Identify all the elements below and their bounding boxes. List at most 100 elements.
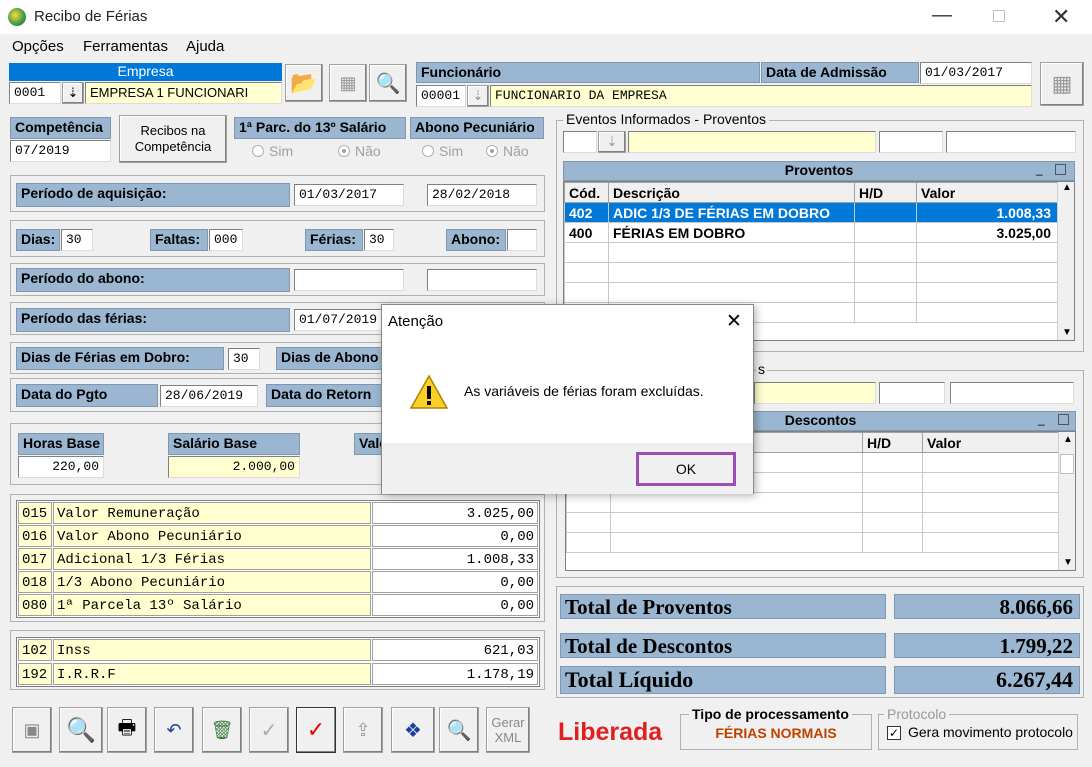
proventos-scrollbar[interactable]: ▲ ▼	[1057, 182, 1074, 340]
parcela13-sim[interactable]: Sim	[252, 143, 293, 159]
confirm-button[interactable]: ✓	[249, 707, 289, 753]
maximize-grid-icon[interactable]	[1055, 164, 1066, 175]
variavel-row[interactable]: 015 Valor Remuneração 3.025,00	[17, 502, 539, 524]
periodo-abono-fim[interactable]	[427, 269, 537, 291]
maximize-icon[interactable]	[993, 10, 1005, 22]
search-doc-button[interactable]: 🔍	[369, 64, 407, 102]
abono-label: Abono:	[446, 229, 506, 251]
funcionario-name[interactable]: FUNCIONARIO DA EMPRESA	[490, 85, 1032, 107]
empresa-name[interactable]: EMPRESA 1 FUNCIONARI	[85, 82, 282, 104]
desconto-valor[interactable]	[950, 382, 1074, 404]
evento-valor[interactable]	[946, 131, 1076, 153]
periodo-abono-inicio[interactable]	[294, 269, 404, 291]
delete-button[interactable]: 🗑	[202, 707, 242, 753]
dialog-title: Atenção	[388, 313, 444, 330]
dialog-close-icon[interactable]: ✕	[726, 310, 742, 333]
aquisicao-label: Período de aquisição:	[16, 183, 290, 207]
gera-checkbox[interactable]: ✓	[887, 726, 901, 740]
ok-button[interactable]: OK	[636, 452, 736, 486]
evento-desc[interactable]	[628, 131, 876, 153]
aquisicao-fim[interactable]: 28/02/2018	[427, 184, 537, 206]
undo-button[interactable]: ↶	[154, 707, 194, 753]
scroll-thumb[interactable]	[1060, 454, 1074, 474]
competencia-value[interactable]: 07/2019	[10, 140, 111, 162]
imposto-row[interactable]: 192 I.R.R.F 1.178,19	[17, 663, 539, 685]
faltas-value[interactable]: 000	[209, 229, 243, 251]
minimize-icon[interactable]: —	[932, 4, 952, 27]
col-descricao[interactable]: Descrição	[608, 182, 855, 203]
dobro-value[interactable]: 30	[228, 348, 260, 370]
evento-code[interactable]	[563, 131, 597, 153]
imposto-row[interactable]: 102 Inss 621,03	[17, 639, 539, 661]
col-valor[interactable]: Valor	[922, 432, 1075, 453]
tipo-label: Tipo de processamento	[689, 706, 852, 722]
dias-abono-label: Dias de Abono	[276, 347, 386, 370]
funcionario-dropdown-button[interactable]: ⇣	[467, 85, 489, 107]
menu-opcoes[interactable]: Opções	[12, 38, 64, 55]
funcionario-code[interactable]: 00001	[416, 85, 466, 107]
dias-value[interactable]: 30	[61, 229, 93, 251]
descontos-scrollbar[interactable]: ▲ ▼	[1058, 432, 1075, 570]
pgto-value[interactable]: 28/06/2019	[160, 385, 258, 407]
liberar-button[interactable]: ✓	[296, 707, 336, 753]
search-button[interactable]: 🔍	[59, 707, 103, 753]
search-user-button[interactable]: 🔍	[439, 707, 479, 753]
ferias-value[interactable]: 30	[364, 229, 394, 251]
horas-base-value[interactable]: 220,00	[18, 456, 104, 478]
desconto-desc[interactable]	[754, 382, 876, 404]
recibos-competencia-button[interactable]: Recibos na Competência	[119, 115, 227, 163]
col-hd[interactable]: H/D	[854, 182, 917, 203]
aquisicao-inicio[interactable]: 01/03/2017	[294, 184, 404, 206]
evento-hd[interactable]	[879, 131, 943, 153]
variavel-row[interactable]: 016 Valor Abono Pecuniário 0,00	[17, 525, 539, 547]
print-button[interactable]: 🖶	[107, 707, 147, 753]
import-button[interactable]: ⇪	[343, 707, 383, 753]
radio-icon	[338, 145, 350, 157]
dialog-message: As variáveis de férias foram excluídas.	[464, 383, 704, 399]
desconto-hd[interactable]	[879, 382, 945, 404]
salario-base-value[interactable]: 2.000,00	[168, 456, 300, 478]
table-row[interactable]: 400 FÉRIAS EM DOBRO 3.025,00	[564, 222, 1074, 243]
col-valor[interactable]: Valor	[916, 182, 1074, 203]
minimize-grid-icon[interactable]: _	[1038, 412, 1045, 426]
proventos-title: Proventos	[563, 161, 1075, 181]
variavel-row[interactable]: 018 1/3 Abono Pecuniário 0,00	[17, 571, 539, 593]
empresa-dropdown-button[interactable]: ⇣	[62, 82, 84, 104]
calculator-icon: ▦	[339, 72, 357, 93]
empresa-code[interactable]: 0001	[9, 82, 61, 104]
variavel-row[interactable]: 080 1ª Parcela 13º Salário 0,00	[17, 594, 539, 616]
scroll-down-icon[interactable]: ▼	[1062, 327, 1072, 338]
save-button[interactable]: ▣	[12, 707, 52, 753]
total-descontos-label: Total de Descontos	[560, 633, 886, 658]
minimize-grid-icon[interactable]: _	[1036, 162, 1043, 176]
col-cod[interactable]: Cód.	[564, 182, 609, 203]
process-button[interactable]: ❖	[391, 707, 435, 753]
calculator-button[interactable]: ▦	[329, 64, 367, 102]
app-icon	[8, 8, 26, 26]
scroll-down-icon[interactable]: ▼	[1063, 557, 1073, 568]
total-proventos-value: 8.066,66	[894, 594, 1080, 619]
periodo-abono-label: Período do abono:	[16, 268, 290, 292]
col-hd[interactable]: H/D	[862, 432, 923, 453]
abono-value[interactable]	[507, 229, 537, 251]
close-icon[interactable]: ✕	[1052, 4, 1070, 30]
funcionario-action-button[interactable]: ▦	[1040, 62, 1084, 106]
arrow-down-icon: ⇣	[606, 134, 618, 149]
variavel-row[interactable]: 017 Adicional 1/3 Férias 1.008,33	[17, 548, 539, 570]
abono-pec-nao[interactable]: Não	[486, 143, 529, 159]
funcionario-label: Funcionário	[416, 62, 760, 83]
evento-dropdown-button[interactable]: ⇣	[598, 131, 626, 153]
menu-ajuda[interactable]: Ajuda	[186, 38, 224, 55]
gerar-xml-button[interactable]: Gerar XML	[486, 707, 530, 753]
maximize-grid-icon[interactable]	[1058, 414, 1069, 425]
open-folder-button[interactable]: 📂	[285, 64, 323, 102]
scroll-up-icon[interactable]: ▲	[1063, 434, 1073, 445]
alert-dialog: Atenção ✕ As variáveis de férias foram e…	[381, 304, 754, 494]
parcela13-nao[interactable]: Não	[338, 143, 381, 159]
abono-pec-sim[interactable]: Sim	[422, 143, 463, 159]
gear-icon: ❖	[404, 719, 422, 742]
menu-ferramentas[interactable]: Ferramentas	[83, 38, 168, 55]
scroll-up-icon[interactable]: ▲	[1062, 182, 1072, 193]
admissao-value: 01/03/2017	[920, 62, 1032, 84]
table-row[interactable]: 402 ADIC 1/3 DE FÉRIAS EM DOBRO 1.008,33	[564, 202, 1074, 223]
